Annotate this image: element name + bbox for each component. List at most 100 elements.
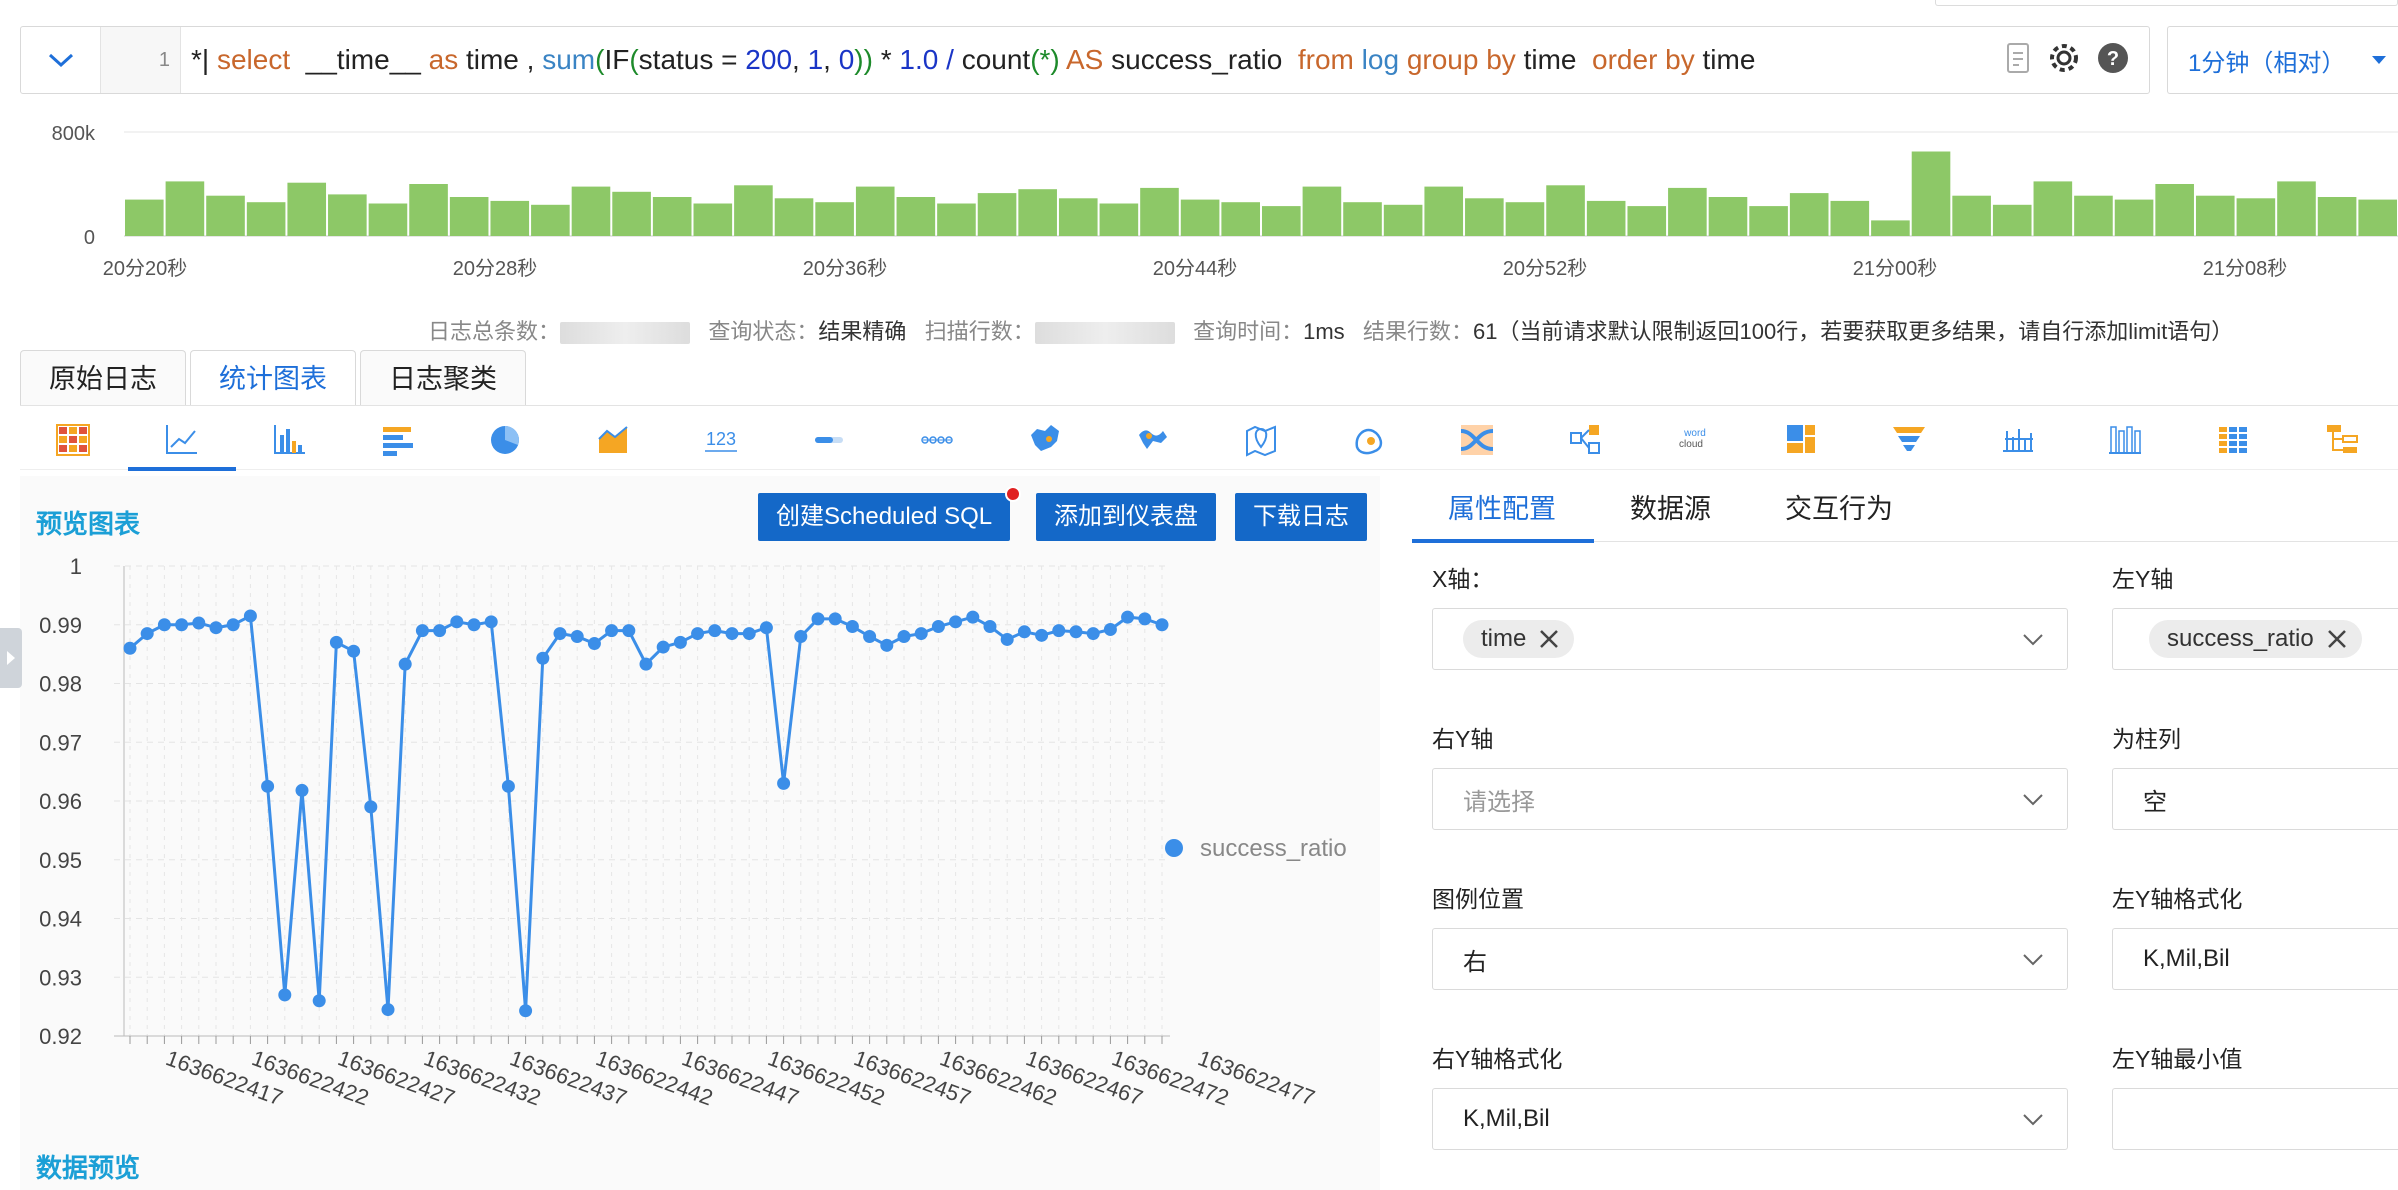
data-point[interactable] bbox=[656, 640, 670, 654]
histogram-bar[interactable] bbox=[328, 194, 367, 236]
data-point[interactable] bbox=[605, 624, 619, 638]
chart-type-table[interactable] bbox=[20, 410, 128, 470]
chart-type-topology[interactable] bbox=[1532, 410, 1640, 470]
close-icon[interactable] bbox=[1538, 628, 1560, 650]
histogram-bar[interactable] bbox=[2195, 195, 2235, 236]
histogram-bar[interactable] bbox=[896, 197, 936, 236]
chart-type-treemap[interactable] bbox=[1748, 410, 1856, 470]
data-point[interactable] bbox=[536, 651, 550, 665]
data-point[interactable] bbox=[708, 624, 722, 638]
chart-type-area-chart[interactable] bbox=[560, 410, 668, 470]
data-point[interactable] bbox=[742, 627, 756, 641]
data-point[interactable] bbox=[312, 994, 326, 1008]
tab-data-source[interactable]: 数据源 bbox=[1594, 476, 1749, 542]
histogram-bar[interactable] bbox=[1099, 203, 1139, 237]
data-point[interactable] bbox=[570, 630, 584, 643]
histogram-bar[interactable] bbox=[571, 186, 611, 236]
as-column-select[interactable]: 空 bbox=[2112, 768, 2398, 830]
histogram-bar[interactable] bbox=[693, 203, 733, 237]
data-point[interactable] bbox=[347, 644, 361, 658]
help-icon[interactable]: ? bbox=[2097, 42, 2129, 74]
chart-type-pie-chart[interactable] bbox=[452, 410, 560, 470]
histogram-bar[interactable] bbox=[2114, 199, 2154, 236]
histogram-bar[interactable] bbox=[449, 197, 489, 236]
tab-chart[interactable]: 统计图表 bbox=[190, 350, 356, 406]
data-point[interactable] bbox=[1052, 624, 1066, 638]
histogram-bar[interactable] bbox=[855, 186, 895, 236]
histogram-bar[interactable] bbox=[1343, 202, 1382, 236]
data-point[interactable] bbox=[622, 624, 636, 638]
data-point[interactable] bbox=[1121, 610, 1135, 624]
data-point[interactable] bbox=[1086, 627, 1100, 641]
data-point[interactable] bbox=[897, 630, 911, 643]
histogram-bar[interactable] bbox=[1262, 206, 1301, 236]
histogram-bar[interactable] bbox=[1180, 199, 1220, 236]
log-count-histogram[interactable]: 800k 0 20分20秒 20分28秒 20分36秒 20分44秒 20分52秒 21分00… bbox=[20, 110, 2398, 290]
close-icon[interactable] bbox=[2326, 628, 2348, 650]
chart-type-column-chart[interactable] bbox=[236, 410, 344, 470]
chart-type-map-dots[interactable] bbox=[884, 410, 992, 470]
histogram-bar[interactable] bbox=[531, 204, 570, 236]
histogram-bar[interactable] bbox=[368, 203, 408, 237]
chart-type-flow-chart[interactable] bbox=[1316, 410, 1424, 470]
line-chart[interactable]: 10.990.980.970.960.950.940.930.921636622… bbox=[20, 556, 1380, 1116]
data-point[interactable] bbox=[863, 630, 877, 643]
tab-interaction[interactable]: 交互行为 bbox=[1749, 476, 1931, 542]
histogram-bar[interactable] bbox=[2033, 181, 2073, 236]
histogram-bar[interactable] bbox=[1952, 195, 1991, 236]
data-point[interactable] bbox=[192, 616, 206, 630]
collapse-handle[interactable] bbox=[0, 628, 22, 688]
histogram-bar[interactable] bbox=[1221, 202, 1260, 236]
data-point[interactable] bbox=[1069, 625, 1083, 639]
data-point[interactable] bbox=[140, 627, 154, 641]
histogram-bar[interactable] bbox=[1992, 204, 2032, 236]
tab-log-cluster[interactable]: 日志聚类 bbox=[360, 350, 526, 406]
chart-type-funnel[interactable] bbox=[1856, 410, 1964, 470]
histogram-bar[interactable] bbox=[2236, 198, 2276, 236]
data-point[interactable] bbox=[209, 621, 223, 635]
histogram-bar[interactable] bbox=[246, 202, 286, 236]
data-point[interactable] bbox=[433, 624, 447, 638]
data-point[interactable] bbox=[381, 1003, 395, 1017]
right-y-axis-select[interactable]: 请选择 bbox=[1432, 768, 2068, 830]
chart-type-bar-chart[interactable] bbox=[344, 410, 452, 470]
data-point[interactable] bbox=[467, 618, 481, 632]
histogram-bar[interactable] bbox=[2358, 199, 2397, 236]
histogram-bar[interactable] bbox=[937, 203, 976, 237]
download-logs-button[interactable]: 下载日志 bbox=[1235, 493, 1367, 541]
histogram-bar[interactable] bbox=[2317, 197, 2357, 236]
chart-type-linear-chart[interactable] bbox=[1964, 410, 2072, 470]
histogram-bar[interactable] bbox=[125, 199, 164, 236]
histogram-bar[interactable] bbox=[1465, 198, 1504, 236]
chart-type-line-chart[interactable] bbox=[128, 410, 236, 471]
expand-toggle-button[interactable] bbox=[21, 27, 101, 93]
tab-raw-logs[interactable]: 原始日志 bbox=[20, 350, 186, 406]
data-point[interactable] bbox=[949, 615, 963, 629]
histogram-bar[interactable] bbox=[287, 182, 327, 236]
histogram-bar[interactable] bbox=[774, 198, 814, 236]
data-point[interactable] bbox=[226, 618, 240, 632]
chart-type-china-map[interactable] bbox=[992, 410, 1100, 470]
gear-icon[interactable] bbox=[2047, 41, 2081, 75]
histogram-bar[interactable] bbox=[1708, 197, 1748, 236]
data-point[interactable] bbox=[519, 1004, 533, 1018]
data-point[interactable] bbox=[295, 783, 309, 797]
legend-label[interactable]: success_ratio bbox=[1200, 835, 1347, 862]
data-point[interactable] bbox=[243, 609, 257, 623]
right-y-format-select[interactable]: K,Mil,Bil bbox=[1432, 1088, 2068, 1150]
left-y-min-input[interactable] bbox=[2112, 1088, 2398, 1150]
histogram-bar[interactable] bbox=[1789, 193, 1829, 236]
data-point[interactable] bbox=[1155, 618, 1169, 632]
chart-type-tree[interactable] bbox=[2288, 410, 2396, 470]
data-point[interactable] bbox=[691, 627, 705, 641]
histogram-bar[interactable] bbox=[1586, 200, 1626, 236]
data-point[interactable] bbox=[966, 610, 980, 624]
data-point[interactable] bbox=[484, 615, 498, 629]
data-point[interactable] bbox=[587, 637, 601, 651]
data-point[interactable] bbox=[673, 635, 687, 649]
data-point[interactable] bbox=[398, 657, 412, 671]
x-axis-select[interactable]: time bbox=[1432, 608, 2068, 670]
histogram-bar[interactable] bbox=[977, 193, 1017, 236]
histogram-bar[interactable] bbox=[1668, 187, 1707, 236]
data-point[interactable] bbox=[725, 627, 739, 641]
